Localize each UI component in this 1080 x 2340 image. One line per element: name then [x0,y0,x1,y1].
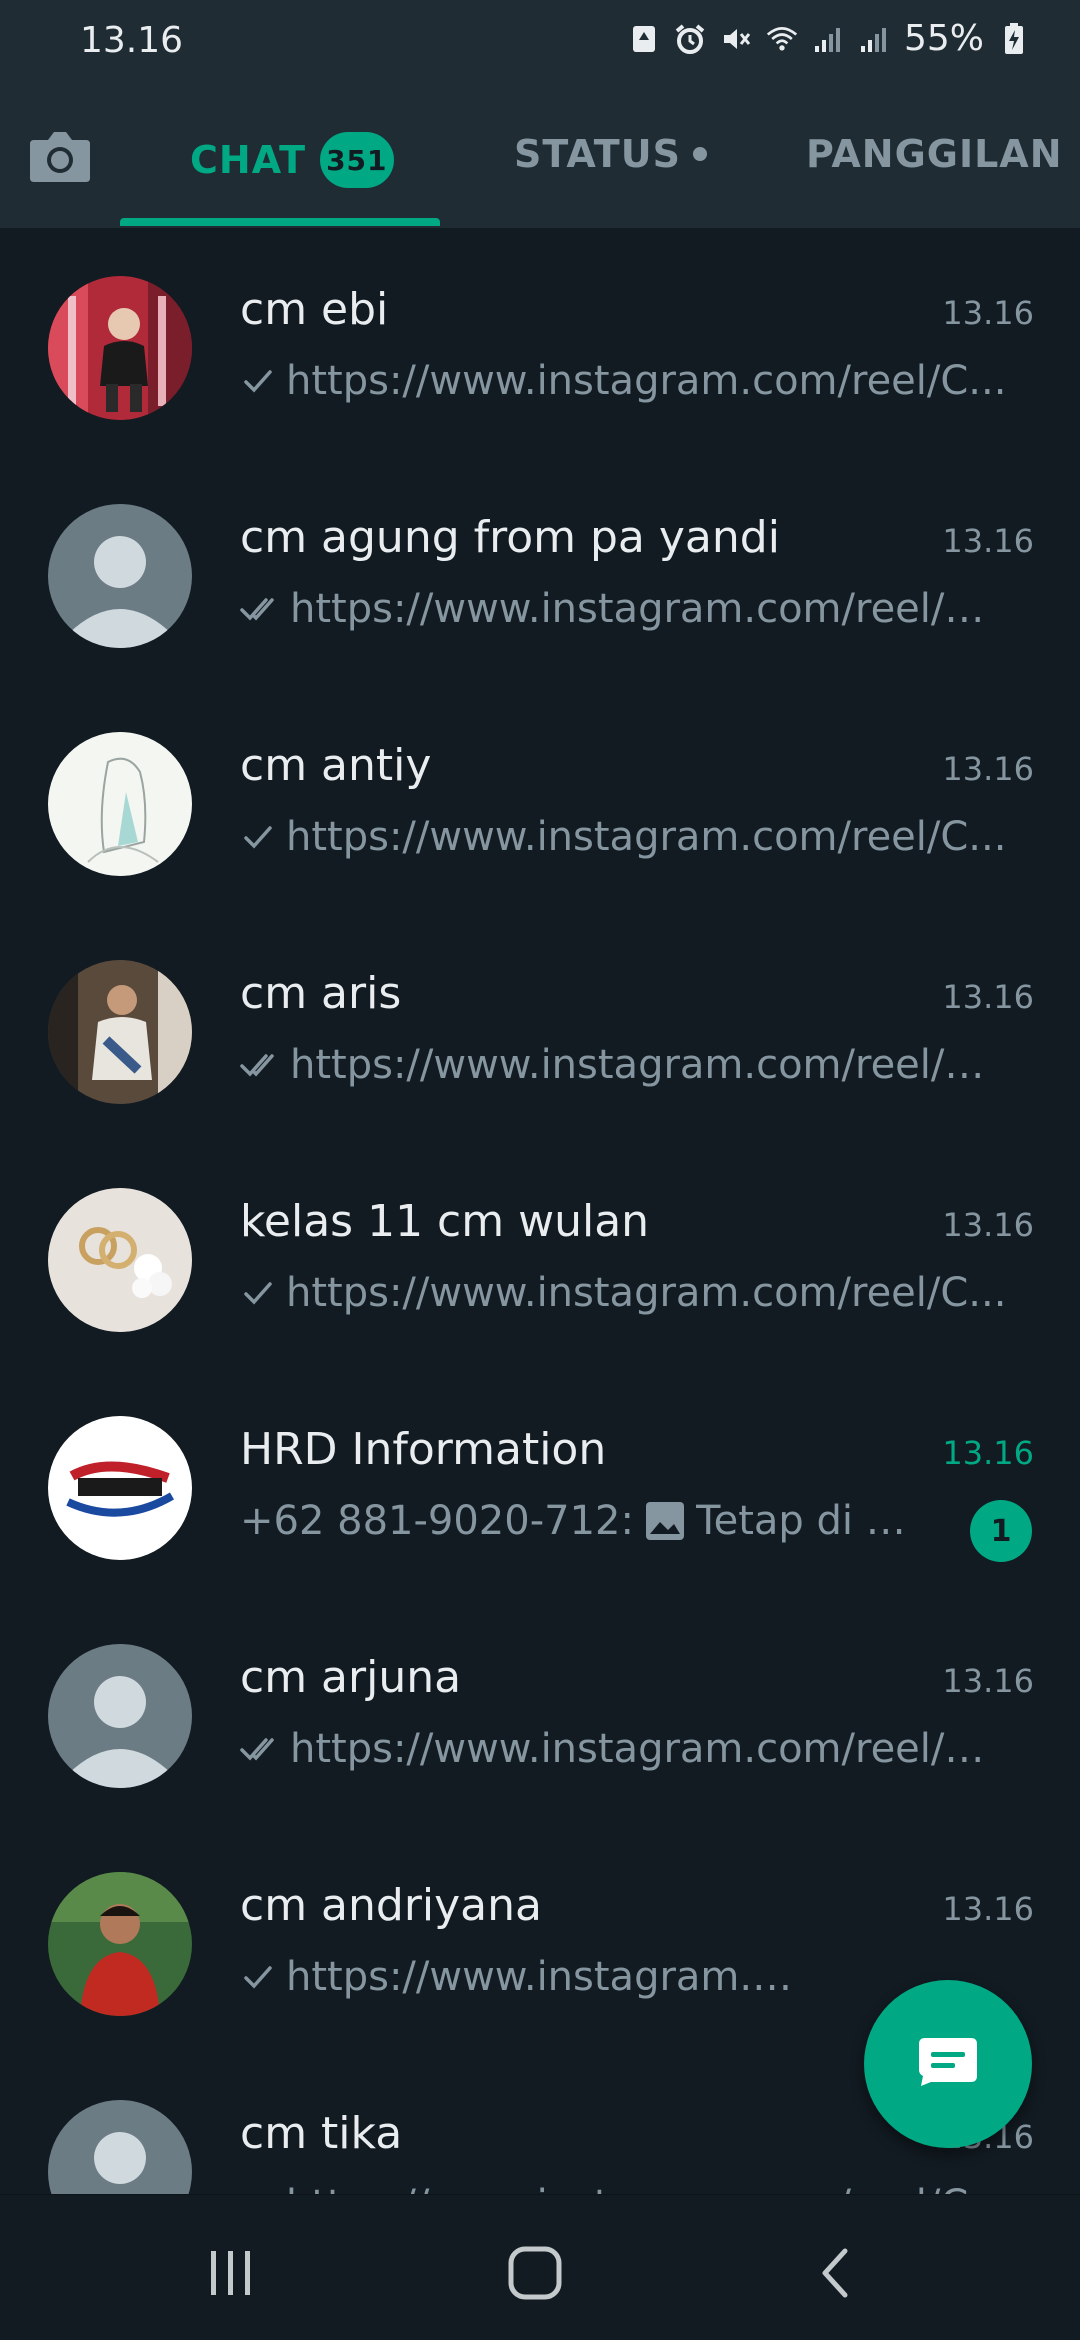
status-time: 13.16 [80,20,184,61]
double-tick-icon [240,1734,280,1764]
chat-name: cm aris [240,968,402,1019]
chat-count-badge: 351 [320,132,394,188]
chat-row[interactable]: cm arjuna 13.16 https://www.instagram.co… [0,1596,1080,1824]
chat-name: cm arjuna [240,1652,462,1703]
chat-name: cm andriyana [240,1880,542,1931]
single-tick-icon [240,366,276,396]
status-dot-icon [692,147,707,161]
double-tick-icon [240,594,280,624]
new-chat-icon [917,2036,979,2092]
avatar[interactable] [48,1188,192,1332]
chat-preview-text: https://www.instagram.com/reel/C... [286,1954,800,2000]
unread-count-badge: 1 [970,1500,1032,1562]
chat-row[interactable]: cm ebi 13.16 https://www.instagram.com/r… [0,228,1080,456]
tab-chat[interactable]: CHAT 351 [190,132,394,188]
chat-preview: https://www.instagram.com/reel/C... [240,2182,1008,2194]
avatar[interactable] [48,732,192,876]
chat-list[interactable]: cm ebi 13.16 https://www.instagram.com/r… [0,228,1080,2194]
chat-preview-text: https://www.instagram.com/reel/C... [290,1726,1008,1772]
chat-time: 13.16 [942,294,1034,332]
chat-preview-text: https://www.instagram.com/reel/C... [286,814,1007,860]
avatar[interactable] [48,2100,192,2194]
avatar[interactable] [48,1872,192,2016]
chat-preview: https://www.instagram.com/reel/C... [240,1726,1008,1772]
chat-time: 13.16 [942,1890,1034,1928]
chat-time: 13.16 [942,1434,1034,1472]
avatar[interactable] [48,276,192,420]
chat-preview-text: Tetap di pan... [695,1498,930,1544]
chat-preview: https://www.instagram.com/reel/C... [240,814,1008,860]
chat-preview: https://www.instagram.com/reel/C... [240,1954,800,2000]
chat-row[interactable]: cm aris 13.16 https://www.instagram.com/… [0,912,1080,1140]
chat-preview: +62 881-9020-712: Tetap di pan... [240,1498,930,1544]
chat-time: 13.16 [942,978,1034,1016]
signal-icon [812,23,844,55]
home-icon[interactable] [500,2243,570,2303]
avatar[interactable] [48,1416,192,1560]
wifi-icon [766,23,798,55]
camera-icon[interactable] [28,126,92,186]
chat-row[interactable]: HRD Information 13.16 +62 881-9020-712: … [0,1368,1080,1596]
chat-name: cm ebi [240,284,389,335]
single-tick-icon [240,1278,276,1308]
tab-calls[interactable]: PANGGILAN [806,132,1063,176]
data-saver-icon [628,23,660,55]
tab-status[interactable]: STATUS [514,132,707,176]
chat-preview-text: https://www.instagram.com/reel/C... [290,1042,1008,1088]
chat-name: cm antiy [240,740,432,791]
chat-preview-text: https://www.instagram.com/reel/C... [286,358,1007,404]
status-bar: 13.16 55% [0,0,1080,88]
chat-name: cm agung from pa yandi [240,512,780,563]
chat-sender: +62 881-9020-712: [240,1498,634,1544]
recents-icon[interactable] [196,2243,266,2303]
mute-icon [720,23,752,55]
battery-percent: 55% [903,18,984,59]
single-tick-icon [240,822,276,852]
image-icon [644,1500,686,1542]
new-chat-button[interactable] [864,1980,1032,2148]
tab-bar: CHAT 351 STATUS PANGGILAN [0,88,1080,228]
chat-preview-text: https://www.instagram.com/reel/C... [290,586,1008,632]
chat-preview: https://www.instagram.com/reel/C... [240,1270,1008,1316]
chat-preview-text: https://www.instagram.com/reel/C... [286,1270,1007,1316]
chat-row[interactable]: cm antiy 13.16 https://www.instagram.com… [0,684,1080,912]
avatar[interactable] [48,1644,192,1788]
active-tab-indicator [120,218,440,226]
chat-time: 13.16 [942,1662,1034,1700]
chat-name: HRD Information [240,1424,607,1475]
tab-calls-label: PANGGILAN [806,132,1063,176]
chat-name: cm tika [240,2108,403,2159]
chat-preview-text: https://www.instagram.com/reel/C... [286,2182,1006,2194]
chat-time: 13.16 [942,1206,1034,1244]
chat-preview: https://www.instagram.com/reel/C... [240,586,1008,632]
single-tick-icon [240,1962,276,1992]
alarm-icon [674,23,706,55]
back-icon[interactable] [800,2243,870,2303]
signal-icon-2 [858,23,890,55]
chat-row[interactable]: cm agung from pa yandi 13.16 https://www… [0,456,1080,684]
chat-time: 13.16 [942,750,1034,788]
battery-charging-icon [998,22,1030,55]
avatar[interactable] [48,960,192,1104]
double-tick-icon [240,1050,280,1080]
status-icons: 55% [628,18,1030,59]
avatar[interactable] [48,504,192,648]
chat-row[interactable]: kelas 11 cm wulan 13.16 https://www.inst… [0,1140,1080,1368]
chat-preview: https://www.instagram.com/reel/C... [240,358,1008,404]
tab-chat-label: CHAT [190,138,307,182]
tab-status-label: STATUS [514,132,681,176]
chat-preview: https://www.instagram.com/reel/C... [240,1042,1008,1088]
chat-name: kelas 11 cm wulan [240,1196,650,1247]
navigation-bar [0,2194,1080,2340]
chat-time: 13.16 [942,522,1034,560]
